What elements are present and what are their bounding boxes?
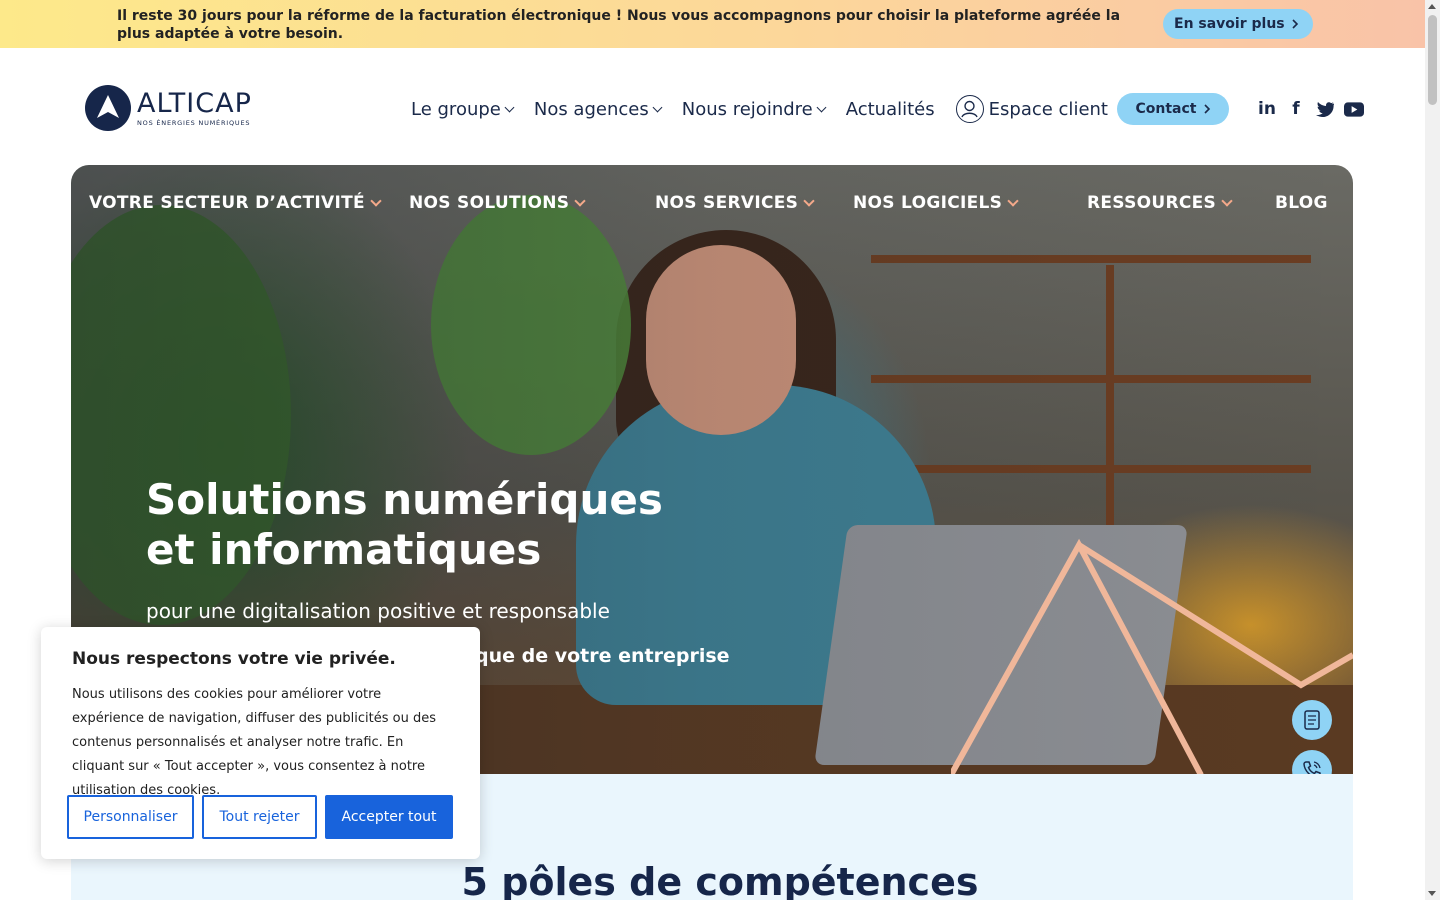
hero-tagline-text: que de votre entreprise bbox=[475, 645, 730, 667]
nav-label: Actualités bbox=[845, 98, 935, 120]
nav-blog[interactable]: BLOG bbox=[1275, 193, 1328, 213]
chevron-down-icon bbox=[1221, 194, 1233, 207]
hero-subtitle: pour une digitalisation positive et resp… bbox=[146, 599, 610, 623]
nav-nos-services[interactable]: NOS SERVICES bbox=[655, 193, 815, 213]
document-icon[interactable] bbox=[1292, 700, 1332, 740]
nav-label: Nous rejoindre bbox=[681, 98, 813, 120]
announcement-bar: Il reste 30 jours pour la réforme de la … bbox=[0, 0, 1425, 48]
nav-item-actualites[interactable]: Actualités bbox=[846, 99, 935, 120]
nav-label: NOS SOLUTIONS bbox=[409, 193, 570, 213]
chevron-down-icon bbox=[803, 194, 815, 207]
nav-label: Le groupe bbox=[411, 98, 501, 120]
logo-tagline: NOS ÉNERGIES NUMÉRIQUES bbox=[137, 118, 251, 127]
hero-title-line: et informatiques bbox=[146, 525, 542, 574]
chevron-right-icon bbox=[1292, 19, 1298, 29]
logo-name: ALTICAP bbox=[137, 87, 252, 119]
cookie-title: Nous respectons votre vie privée. bbox=[72, 649, 396, 669]
logo-mark-icon bbox=[85, 85, 131, 131]
chevron-down-icon bbox=[574, 194, 586, 207]
logo[interactable]: ALTICAP NOS ÉNERGIES NUMÉRIQUES bbox=[85, 85, 252, 131]
youtube-icon[interactable] bbox=[1344, 98, 1364, 120]
twitter-icon[interactable] bbox=[1315, 98, 1335, 120]
linkedin-icon[interactable]: in bbox=[1257, 98, 1277, 120]
user-circle-icon bbox=[955, 95, 984, 123]
chevron-down-icon bbox=[816, 102, 827, 112]
reject-all-button[interactable]: Tout rejeter bbox=[202, 795, 317, 839]
nav-label: BLOG bbox=[1275, 193, 1328, 213]
nav-ressources[interactable]: RESSOURCES bbox=[1087, 193, 1233, 213]
nav-nos-solutions[interactable]: NOS SOLUTIONS bbox=[409, 193, 586, 213]
nav-item-nous-rejoindre[interactable]: Nous rejoindre bbox=[681, 98, 827, 120]
facebook-icon[interactable]: f bbox=[1286, 98, 1306, 120]
hero-tagline: que de votre entreprise bbox=[475, 645, 730, 667]
learn-more-button[interactable]: En savoir plus bbox=[1163, 9, 1313, 39]
section-title: 5 pôles de compétences bbox=[461, 860, 979, 900]
hero-title: Solutions numériques et informatiques bbox=[146, 475, 663, 575]
scrollbar-thumb[interactable] bbox=[1428, 15, 1437, 105]
customize-button[interactable]: Personnaliser bbox=[67, 795, 194, 839]
hero-title-line: Solutions numériques bbox=[146, 475, 663, 524]
cookie-description: Nous utilisons des cookies pour améliore… bbox=[72, 687, 436, 798]
contact-label: Contact bbox=[1135, 101, 1197, 117]
cookie-consent-banner: Nous respectons votre vie privée. Nous u… bbox=[41, 627, 480, 859]
espace-client-label: Espace client bbox=[988, 98, 1108, 120]
chevron-down-icon bbox=[1007, 194, 1019, 207]
page-scrollbar[interactable] bbox=[1425, 0, 1440, 900]
nav-secteur-activite[interactable]: VOTRE SECTEUR D’ACTIVITÉ bbox=[89, 193, 382, 213]
accept-all-button[interactable]: Accepter tout bbox=[325, 795, 453, 839]
chevron-right-icon bbox=[1203, 104, 1210, 114]
main-nav: Le groupe Nos agences Nous rejoindre Act… bbox=[411, 95, 1129, 123]
social-links: in f bbox=[1257, 98, 1364, 120]
announcement-text: Il reste 30 jours pour la réforme de la … bbox=[117, 8, 1121, 42]
nav-item-nos-agences[interactable]: Nos agences bbox=[533, 98, 663, 120]
nav-label: VOTRE SECTEUR D’ACTIVITÉ bbox=[89, 193, 365, 213]
secondary-nav: VOTRE SECTEUR D’ACTIVITÉ NOS SOLUTIONS N… bbox=[71, 193, 1353, 219]
chevron-down-icon bbox=[652, 102, 663, 112]
nav-nos-logiciels[interactable]: NOS LOGICIELS bbox=[853, 193, 1019, 213]
nav-label: Nos agences bbox=[533, 98, 649, 120]
learn-more-label: En savoir plus bbox=[1174, 16, 1285, 32]
chevron-down-icon bbox=[370, 194, 382, 207]
nav-label: NOS SERVICES bbox=[655, 193, 799, 213]
nav-label: RESSOURCES bbox=[1087, 193, 1217, 213]
chevron-down-icon bbox=[504, 102, 515, 112]
nav-item-le-groupe[interactable]: Le groupe bbox=[411, 98, 515, 120]
nav-label: NOS LOGICIELS bbox=[853, 193, 1003, 213]
scroll-up-icon[interactable] bbox=[1428, 4, 1436, 9]
espace-client-link[interactable]: Espace client bbox=[955, 95, 1108, 123]
contact-button[interactable]: Contact bbox=[1117, 93, 1229, 125]
